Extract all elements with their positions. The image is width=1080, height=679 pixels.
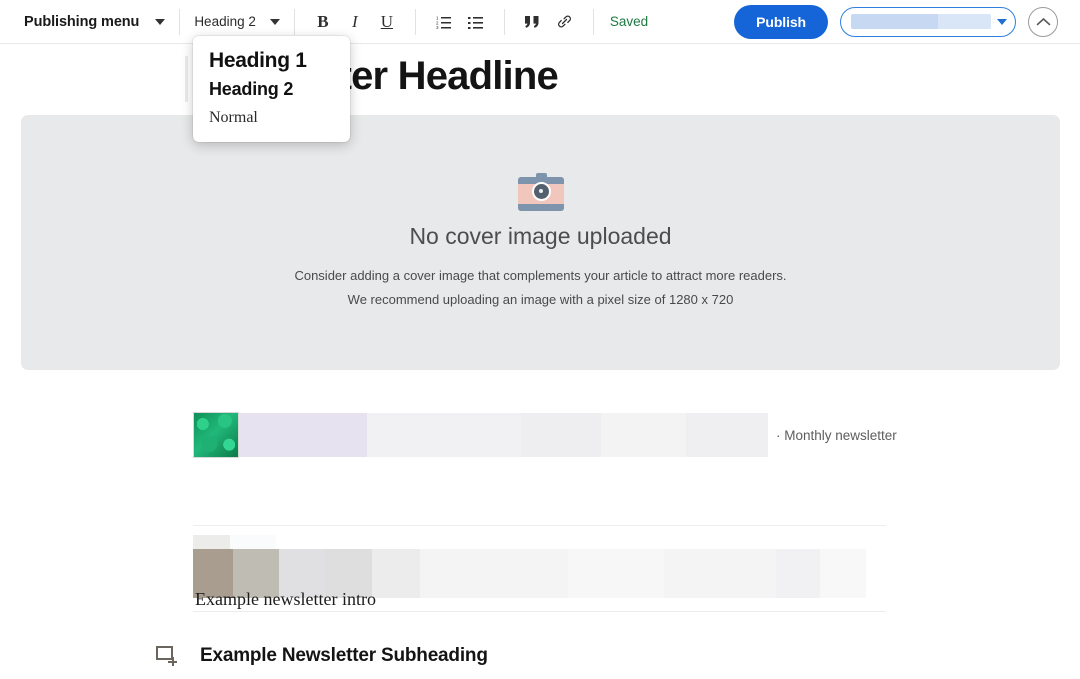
italic-button[interactable]: I xyxy=(341,8,369,36)
text-format-group: B I U xyxy=(309,8,401,36)
toolbar-divider xyxy=(293,8,295,35)
dropdown-option-normal[interactable]: Normal xyxy=(193,103,350,130)
skeleton-block xyxy=(420,549,568,598)
chevron-up-icon xyxy=(1036,17,1050,25)
toolbar-right-group: Publish xyxy=(734,4,1058,39)
collapse-toolbar-button[interactable] xyxy=(1028,6,1058,37)
bullet-list-button[interactable] xyxy=(462,8,490,36)
headline-cursor-bar xyxy=(185,56,188,102)
block-divider xyxy=(193,525,886,526)
embed-block-caption: · Monthly newsletter xyxy=(776,427,897,443)
embed-block-row[interactable]: · Monthly newsletter xyxy=(193,412,897,458)
publishing-menu-button[interactable]: Publishing menu xyxy=(24,13,166,30)
toolbar-divider xyxy=(179,8,181,35)
skeleton-block xyxy=(367,413,521,457)
text-style-value: Heading 2 xyxy=(194,14,256,29)
save-status: Saved xyxy=(609,14,649,29)
skeleton-block xyxy=(601,413,686,457)
publication-placeholder-skeleton xyxy=(851,14,991,29)
insert-group xyxy=(519,8,579,36)
subheading-text[interactable]: Example Newsletter Subheading xyxy=(200,645,488,667)
cover-help-line-2: We recommend uploading an image with a p… xyxy=(347,292,734,307)
cover-placeholder-help: Consider adding a cover image that compl… xyxy=(294,264,786,312)
skeleton-block xyxy=(568,549,664,598)
toolbar-divider xyxy=(414,8,416,35)
quote-icon xyxy=(525,15,539,28)
skeleton-block xyxy=(664,549,776,598)
cover-placeholder-title: No cover image uploaded xyxy=(409,222,672,249)
embed-thumbnail xyxy=(193,412,239,458)
chevron-down-icon xyxy=(269,18,280,25)
link-icon xyxy=(558,15,572,28)
svg-text:3: 3 xyxy=(436,25,439,30)
skeleton-block xyxy=(820,549,866,598)
cover-help-line-1: Consider adding a cover image that compl… xyxy=(294,267,787,283)
text-style-select[interactable]: Heading 2 xyxy=(194,14,280,29)
list-format-group: 1 2 3 xyxy=(430,8,490,36)
dropdown-option-heading-2[interactable]: Heading 2 xyxy=(193,76,350,103)
skeleton-block xyxy=(193,535,230,549)
chevron-down-icon xyxy=(155,18,166,25)
skeleton-block xyxy=(776,549,820,598)
cover-image-placeholder[interactable]: No cover image uploaded Consider adding … xyxy=(21,115,1060,370)
dropdown-option-heading-1[interactable]: Heading 1 xyxy=(193,46,350,76)
chevron-down-icon xyxy=(997,18,1007,25)
ordered-list-button[interactable]: 1 2 3 xyxy=(430,8,458,36)
toolbar-divider xyxy=(592,8,594,35)
skeleton-block xyxy=(372,549,420,598)
underline-button[interactable]: U xyxy=(373,8,401,36)
bold-button[interactable]: B xyxy=(309,8,337,36)
subheading-row: Example Newsletter Subheading xyxy=(156,645,488,667)
add-block-icon[interactable] xyxy=(156,646,178,666)
toolbar-divider xyxy=(503,8,505,35)
link-button[interactable] xyxy=(551,8,579,36)
skeleton-block xyxy=(521,413,601,457)
editor-toolbar: Publishing menu Heading 2 B I U 1 2 3 Sa… xyxy=(0,0,1080,44)
publish-button[interactable]: Publish xyxy=(734,4,828,39)
intro-paragraph[interactable]: Example newsletter intro xyxy=(195,589,376,610)
text-style-dropdown-menu: Heading 1 Heading 2 Normal xyxy=(193,36,350,142)
skeleton-block xyxy=(686,413,768,457)
skeleton-block xyxy=(239,413,367,457)
bullet-list-icon xyxy=(467,16,483,29)
ordered-list-icon: 1 2 3 xyxy=(436,15,451,30)
publishing-menu-label: Publishing menu xyxy=(24,13,140,30)
skeleton-block xyxy=(230,535,276,549)
publication-select[interactable] xyxy=(840,6,1016,37)
camera-icon xyxy=(517,172,564,211)
block-divider xyxy=(193,611,886,612)
quote-button[interactable] xyxy=(519,8,547,36)
